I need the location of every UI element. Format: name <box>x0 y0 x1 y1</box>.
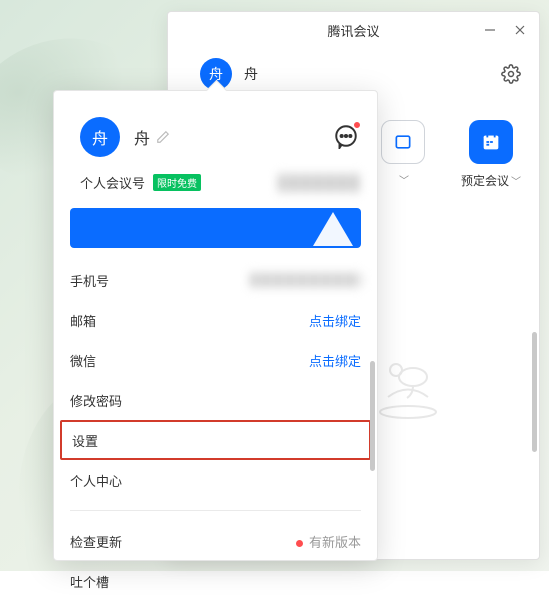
wechat-row[interactable]: 微信 点击绑定 <box>70 340 361 380</box>
scrollbar-thumb[interactable] <box>370 361 375 471</box>
chevron-down-icon: ﹀ <box>399 172 409 187</box>
check-update-label: 检查更新 <box>70 532 122 551</box>
username-label: 舟 <box>244 64 258 84</box>
email-bind-link[interactable]: 点击绑定 <box>309 311 361 330</box>
phone-value <box>251 273 361 287</box>
personal-meeting-id-label: 个人会议号 <box>80 173 145 192</box>
action-tile-icon <box>381 120 425 164</box>
titlebar: 腾讯会议 <box>168 12 539 48</box>
settings-gear-icon[interactable] <box>501 64 521 84</box>
divider <box>70 510 361 511</box>
personal-meeting-id-value <box>279 174 361 192</box>
free-badge: 限时免费 <box>153 174 201 191</box>
profile-popover: 舟 舟 个人会议号 限时免费 手机号 邮箱 点击绑定 <box>53 90 378 561</box>
settings-label: 设置 <box>72 431 98 450</box>
change-password-row[interactable]: 修改密码 <box>70 380 361 420</box>
feedback-row[interactable]: 吐个槽 <box>70 561 361 601</box>
wechat-label: 微信 <box>70 351 96 370</box>
update-status: 有新版本 <box>309 535 361 550</box>
change-password-label: 修改密码 <box>70 391 122 410</box>
empty-illustration <box>368 342 448 422</box>
username-label: 舟 <box>134 125 150 149</box>
action-item[interactable]: ﹀ <box>381 120 425 187</box>
email-label: 邮箱 <box>70 311 96 330</box>
settings-row[interactable]: 设置 <box>60 420 371 460</box>
avatar[interactable]: 舟 <box>80 117 120 157</box>
profile-center-label: 个人中心 <box>70 471 122 490</box>
notification-dot <box>353 121 361 129</box>
scrollbar-thumb[interactable] <box>532 332 537 452</box>
primary-action-button[interactable] <box>70 208 361 248</box>
wechat-bind-link[interactable]: 点击绑定 <box>309 351 361 370</box>
email-row[interactable]: 邮箱 点击绑定 <box>70 300 361 340</box>
minimize-button[interactable] <box>475 12 505 48</box>
schedule-label: 预定会议 <box>461 172 509 189</box>
phone-row[interactable]: 手机号 <box>70 260 361 300</box>
feedback-label: 吐个槽 <box>70 572 109 591</box>
edit-icon[interactable] <box>156 130 170 144</box>
chevron-down-icon: ﹀ <box>511 173 521 188</box>
window-title: 腾讯会议 <box>327 21 379 40</box>
close-button[interactable] <box>505 12 535 48</box>
schedule-meeting-button[interactable]: 预定会议﹀ <box>461 120 521 189</box>
check-update-row[interactable]: 检查更新 有新版本 <box>70 521 361 561</box>
update-dot <box>296 540 303 547</box>
calendar-icon <box>469 120 513 164</box>
profile-center-row[interactable]: 个人中心 <box>70 460 361 500</box>
phone-label: 手机号 <box>70 271 109 290</box>
messages-icon[interactable] <box>333 123 359 149</box>
